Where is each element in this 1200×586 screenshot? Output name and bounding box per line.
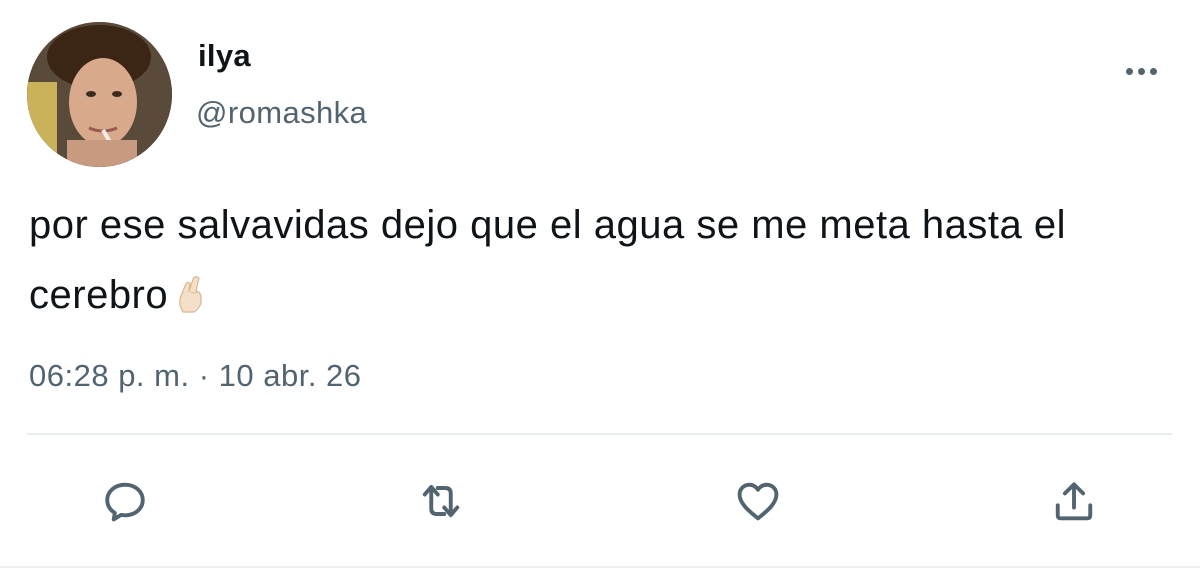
more-dot-icon [1149, 67, 1157, 75]
reply-icon [105, 482, 145, 522]
like-button[interactable] [729, 472, 787, 530]
tweet-timestamp[interactable]: 06:28 p. m. · 10 abr. 26 [29, 358, 362, 394]
retweet-button[interactable] [412, 472, 470, 530]
avatar[interactable] [27, 22, 172, 167]
divider [27, 433, 1172, 435]
display-name[interactable]: ilya [198, 38, 251, 74]
crossed-fingers-icon [174, 266, 208, 313]
bottom-divider [0, 566, 1200, 568]
tweet-text-container: por ese salvavidas dejo que el agua se m… [29, 190, 1169, 330]
username-handle[interactable]: @romashka [196, 95, 367, 131]
share-icon [1055, 482, 1093, 521]
more-dot-icon [1125, 67, 1133, 75]
reply-button[interactable] [96, 472, 154, 530]
like-icon [737, 482, 779, 521]
tweet-card: ilya @romashka por ese salvavidas dejo q… [0, 0, 1200, 586]
more-dot-icon [1137, 67, 1145, 75]
profile-photo [27, 22, 172, 167]
more-options-button[interactable] [1118, 58, 1164, 84]
share-button[interactable] [1045, 472, 1103, 530]
retweet-icon [422, 484, 460, 518]
